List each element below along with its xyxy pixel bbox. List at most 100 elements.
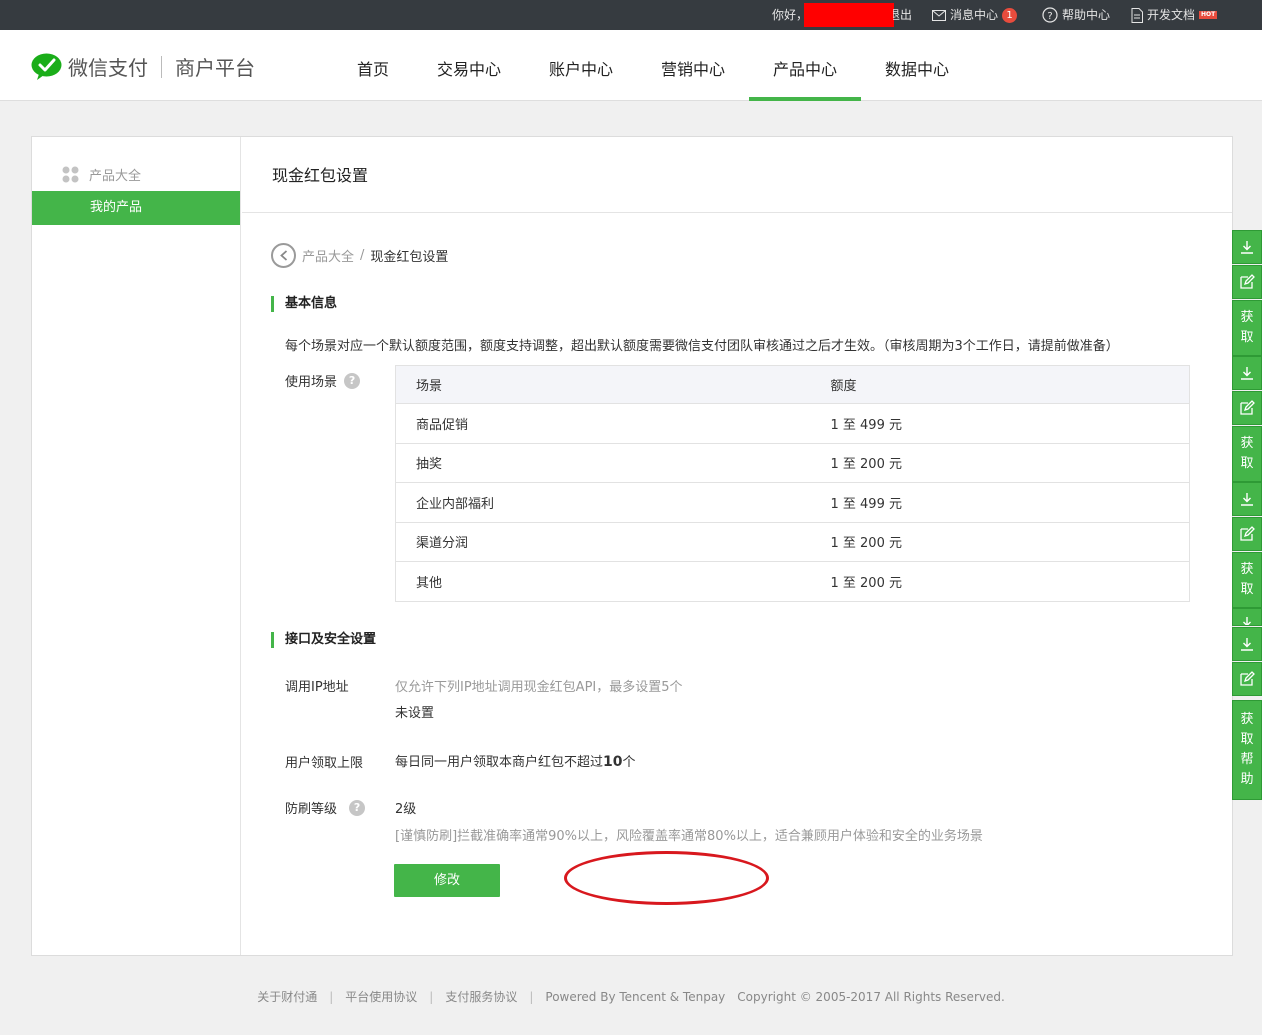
table-cell-quota: 1 至 499 元 (810, 482, 1190, 522)
dev-docs-link[interactable]: 开发文档 HOT (1131, 0, 1218, 30)
table-row: 其他 1 至 200 元 (395, 561, 1190, 601)
brand-name: 微信支付 (68, 56, 148, 80)
table-header: 场景 (395, 365, 811, 404)
logo[interactable]: 微信支付 商户平台 (31, 52, 255, 81)
edit-icon (1240, 400, 1255, 415)
footer-copyright: Copyright © 2005-2017 All Rights Reserve… (737, 990, 1005, 1004)
table-cell-quota: 1 至 200 元 (810, 442, 1190, 483)
message-center-label: 消息中心 (950, 8, 999, 22)
get-tab[interactable]: 获取 (1232, 300, 1262, 356)
edit-icon (1240, 274, 1255, 289)
modify-button[interactable]: 修改 (394, 864, 500, 897)
get-tab-label: 获取 (1240, 310, 1254, 345)
header: 微信支付 商户平台 首页 交易中心 账户中心 营销中心 产品中心 数据中心 (0, 30, 1262, 101)
help-center-link[interactable]: ? 帮助中心 (1042, 0, 1110, 30)
document-icon (1131, 7, 1143, 23)
help-center-label: 帮助中心 (1062, 8, 1111, 22)
platform-name: 商户平台 (175, 56, 255, 80)
download-icon (1243, 617, 1251, 625)
footer-link-payment-agreement[interactable]: 支付服务协议 (445, 990, 517, 1004)
download-tab[interactable] (1232, 627, 1262, 661)
svg-text:?: ? (1047, 11, 1052, 22)
table-header: 额度 (810, 365, 1190, 404)
scene-label: 使用场景 ? (285, 371, 361, 390)
nav-products[interactable]: 产品中心 (749, 30, 861, 101)
greeting: 你好， (772, 0, 808, 30)
message-center-link[interactable]: 消息中心 1 (932, 0, 1018, 30)
download-icon (1241, 367, 1253, 380)
footer-divider: | (329, 990, 334, 1004)
greeting-text: 你好， (772, 8, 809, 22)
nav-marketing[interactable]: 营销中心 (651, 30, 735, 101)
edit-tab[interactable] (1232, 662, 1262, 696)
breadcrumb-current: 现金红包设置 (370, 250, 449, 265)
edit-tab[interactable] (1232, 265, 1262, 299)
get-tab[interactable]: 获取 (1232, 552, 1262, 608)
get-tab-label: 获取 (1240, 436, 1254, 471)
grid-icon (62, 166, 79, 183)
table-row: 抽奖 1 至 200 元 (395, 442, 1190, 483)
edit-tab[interactable] (1232, 517, 1262, 551)
table-row: 企业内部福利 1 至 499 元 (395, 482, 1190, 522)
message-count-badge: 1 (1002, 7, 1018, 23)
sidebar-item-my-products[interactable]: 我的产品 (32, 191, 240, 225)
table-cell-scene: 渠道分润 (395, 521, 811, 562)
wechat-pay-logo-icon (31, 53, 62, 80)
annotation-ellipse (564, 851, 769, 905)
sidebar-item-label: 产品大全 (89, 169, 142, 184)
ip-hint: 仅允许下列IP地址调用现金红包API，最多设置5个 (395, 680, 683, 695)
breadcrumb: 产品大全 / 现金红包设置 (271, 243, 448, 268)
download-tab[interactable] (1232, 482, 1262, 516)
redacted-username (804, 3, 894, 27)
level-value: 2级 (395, 802, 417, 817)
footer-divider: | (429, 990, 434, 1004)
table-cell-quota: 1 至 200 元 (810, 561, 1190, 601)
table-header-row: 场景 额度 (395, 365, 1190, 404)
get-help-tab[interactable]: 获取帮助 (1232, 700, 1262, 800)
sidebar-item-all-products[interactable]: 产品大全 (62, 165, 141, 184)
question-icon[interactable]: ? (349, 799, 366, 816)
chevron-left-icon (279, 250, 287, 261)
nav-account[interactable]: 账户中心 (539, 30, 623, 101)
question-icon[interactable]: ? (344, 372, 361, 389)
top-bar: 你好， 退出 消息中心 1 ? 帮助中心 开发文档 HOT (0, 0, 1262, 30)
main-panel: 产品大全 我的产品 现金红包设置 产品大全 / 现金红包设置 基本信息 每个场景… (31, 136, 1233, 956)
level-label: 防刷等级 ? (285, 798, 366, 817)
section-title-security: 接口及安全设置 (271, 632, 376, 648)
quota-description: 每个场景对应一个默认额度范围，额度支持调整，超出默认额度需要微信支付团队审核通过… (285, 339, 1119, 354)
breadcrumb-parent[interactable]: 产品大全 (302, 246, 354, 265)
edit-tab[interactable] (1232, 391, 1262, 425)
download-tab[interactable] (1232, 356, 1262, 390)
page-title: 现金红包设置 (242, 137, 1232, 213)
limit-text-suffix: 个 (622, 755, 636, 770)
footer: 关于财付通 | 平台使用协议 | 支付服务协议 | Powered By Tencent &… (0, 988, 1262, 1005)
footer-link-platform-agreement[interactable]: 平台使用协议 (345, 990, 417, 1004)
limit-number: 10 (603, 754, 623, 770)
table-cell-scene: 其他 (395, 561, 811, 601)
table-cell-scene: 企业内部福利 (395, 482, 811, 522)
table-row: 渠道分润 1 至 200 元 (395, 521, 1190, 562)
nav-data[interactable]: 数据中心 (875, 30, 959, 101)
get-tab[interactable]: 获取 (1232, 426, 1262, 482)
footer-divider: | (529, 990, 534, 1004)
scene-label-text: 使用场景 (285, 375, 338, 390)
download-tab[interactable] (1232, 230, 1262, 264)
table-cell-scene: 抽奖 (395, 442, 811, 483)
limit-text-prefix: 每日同一用户领取本商户红包不超过 (395, 755, 604, 770)
download-tab-partial[interactable] (1232, 608, 1262, 626)
table-cell-quota: 1 至 200 元 (810, 521, 1190, 562)
nav-transactions[interactable]: 交易中心 (427, 30, 511, 101)
nav-home[interactable]: 首页 (345, 30, 401, 101)
limit-label: 用户领取上限 (285, 756, 364, 771)
back-button[interactable] (271, 243, 296, 268)
footer-link-about[interactable]: 关于财付通 (257, 990, 317, 1004)
help-circle-icon: ? (1042, 7, 1058, 23)
get-tab-label: 获取 (1240, 562, 1254, 597)
level-description: [谨慎防刷]拦截准确率通常90%以上，风险覆盖率通常80%以上，适合兼顾用户体验… (395, 829, 983, 844)
logout-text: 退出 (893, 8, 912, 22)
section-title-basic: 基本信息 (271, 296, 337, 312)
download-icon (1241, 493, 1253, 506)
mail-icon (932, 9, 946, 21)
table-cell-quota: 1 至 499 元 (810, 403, 1190, 443)
logout-link[interactable]: 退出 (893, 0, 912, 30)
